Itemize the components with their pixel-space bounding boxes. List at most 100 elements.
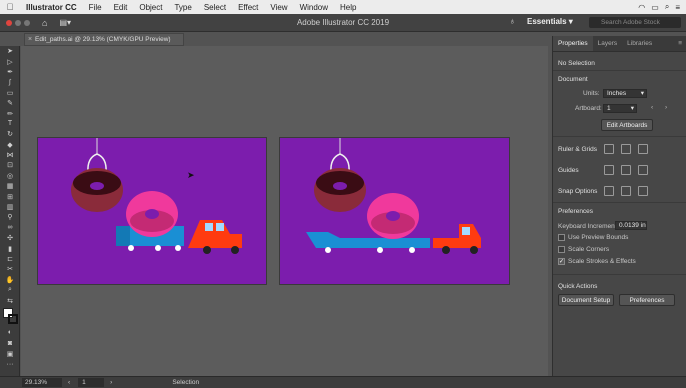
column-graph-tool-icon[interactable]: ▮ [0, 243, 20, 253]
menu-edit[interactable]: Edit [108, 3, 134, 12]
document-setup-button[interactable]: Document Setup [558, 294, 614, 306]
artboard-navigation-field[interactable]: 1 [78, 378, 105, 387]
artboard-2[interactable] [279, 137, 510, 285]
free-transform-tool-icon[interactable]: ⊡ [0, 160, 20, 170]
scale-corners-checkbox[interactable] [558, 246, 565, 253]
menu-type[interactable]: Type [168, 3, 197, 12]
tab-layers[interactable]: Layers [593, 36, 623, 51]
units-dropdown[interactable]: Inches ▾ [603, 89, 647, 98]
eraser-tool-icon[interactable]: ◆ [0, 140, 20, 150]
apple-icon[interactable]:  [0, 2, 20, 12]
guides-label: Guides [558, 167, 579, 174]
drawing-mode-icon[interactable]: ◙ [0, 338, 20, 348]
zoom-value: 29.13% [25, 379, 48, 386]
grid-icon[interactable] [621, 144, 631, 154]
page-value: 1 [82, 379, 86, 386]
swap-colors-icon[interactable]: ⇆ [0, 295, 20, 305]
next-artboard-icon[interactable]: › [665, 104, 667, 111]
units-label: Units: [583, 90, 600, 97]
minimize-window-icon[interactable] [15, 19, 21, 26]
stock-search-placeholder: Search Adobe Stock [601, 19, 660, 26]
canvas-area[interactable]: ➤ [21, 46, 548, 376]
symbol-sprayer-tool-icon[interactable]: ✣ [0, 233, 20, 243]
artboard-1[interactable] [37, 137, 267, 285]
mesh-tool-icon[interactable]: ⊞ [0, 191, 20, 201]
rectangle-tool-icon[interactable]: ▭ [0, 88, 20, 98]
preferences-button[interactable]: Preferences [619, 294, 675, 306]
menu-app-name[interactable]: Illustrator CC [20, 3, 83, 12]
perspective-grid-tool-icon[interactable]: ▦ [0, 181, 20, 191]
type-tool-icon[interactable]: T [0, 119, 20, 129]
pen-tool-icon[interactable]: ✒ [0, 67, 20, 77]
menu-help[interactable]: Help [334, 3, 362, 12]
menu-list-icon[interactable]: ≡ [675, 3, 680, 12]
artboard-dropdown[interactable]: 1 ▾ [603, 104, 637, 113]
menu-select[interactable]: Select [198, 3, 232, 12]
keyboard-increment-field[interactable]: 0.0139 in [615, 221, 647, 230]
quick-actions-heading: Quick Actions [558, 283, 598, 290]
show-guides-icon[interactable] [604, 165, 614, 175]
menu-window[interactable]: Window [294, 3, 334, 12]
stroke-swatch[interactable] [8, 313, 18, 324]
transparency-grid-icon[interactable] [638, 144, 648, 154]
snap-to-point-icon[interactable] [604, 186, 614, 196]
more-tools-icon[interactable]: ··· [0, 359, 20, 369]
document-tab[interactable]: × Edit_paths.ai @ 29.13% (CMYK/GPU Previ… [24, 33, 184, 46]
use-preview-bounds-checkbox[interactable] [558, 234, 565, 241]
shape-builder-tool-icon[interactable]: ◎ [0, 171, 20, 181]
zoom-level-field[interactable]: 29.13% [22, 378, 62, 387]
menu-view[interactable]: View [264, 3, 293, 12]
lock-guides-icon[interactable] [621, 165, 631, 175]
hand-tool-icon[interactable]: ✋ [0, 275, 20, 285]
window-controls [0, 19, 40, 26]
ruler-icon[interactable] [604, 144, 614, 154]
lightbulb-icon[interactable]: ♁ [509, 16, 516, 26]
snap-to-pixel-icon[interactable] [638, 186, 648, 196]
width-tool-icon[interactable]: ⋈ [0, 150, 20, 160]
tab-properties[interactable]: Properties [553, 36, 593, 51]
paintbrush-tool-icon[interactable]: ✎ [0, 98, 20, 108]
chevron-down-icon: ▾ [630, 105, 634, 112]
workspace-switcher[interactable]: Essentials ▾ [527, 17, 573, 26]
curvature-tool-icon[interactable]: ∫ [0, 77, 20, 87]
direct-selection-tool-icon[interactable]: ▷ [0, 56, 20, 66]
menu-effect[interactable]: Effect [232, 3, 264, 12]
pencil-tool-icon[interactable]: ✏ [0, 108, 20, 118]
smart-guides-icon[interactable] [638, 165, 648, 175]
zoom-tool-icon[interactable]: ⌕ [0, 285, 20, 295]
close-tab-icon[interactable]: × [28, 34, 32, 46]
screen-mode-icon[interactable]: ▣ [0, 349, 20, 359]
zoom-window-icon[interactable] [24, 19, 30, 26]
eyedropper-tool-icon[interactable]: ⚲ [0, 212, 20, 222]
snap-to-grid-icon[interactable] [621, 186, 631, 196]
previous-page-icon[interactable]: ‹ [68, 379, 70, 386]
arrange-documents-icon[interactable]: ▤▾ [59, 18, 71, 27]
artboard-tool-icon[interactable]: ⊏ [0, 254, 20, 264]
close-window-icon[interactable] [6, 19, 12, 26]
gradient-tool-icon[interactable]: ▥ [0, 202, 20, 212]
battery-icon[interactable]: ▭ [651, 3, 659, 12]
menu-object[interactable]: Object [133, 3, 168, 12]
stock-search-input[interactable]: Search Adobe Stock [589, 17, 681, 28]
next-page-icon[interactable]: › [110, 379, 112, 386]
search-spotlight-icon[interactable]: ⌕ [665, 2, 669, 12]
workspace-label: Essentials [527, 17, 567, 26]
mac-menubar:  Illustrator CC File Edit Object Type S… [0, 0, 686, 14]
edit-artboards-button[interactable]: Edit Artboards [601, 119, 653, 131]
color-mode-icon[interactable]: ◐ [0, 328, 20, 338]
home-icon[interactable]: ⌂ [42, 18, 47, 28]
slice-tool-icon[interactable]: ✂ [0, 264, 20, 274]
wifi-icon[interactable]: ◠ [638, 3, 645, 12]
blend-tool-icon[interactable]: ∞ [0, 223, 20, 233]
selection-tool-icon[interactable]: ➤ [0, 46, 20, 56]
fill-stroke-swatch[interactable] [0, 306, 19, 328]
panel-menu-icon[interactable]: ≡ [678, 36, 686, 51]
tab-libraries[interactable]: Libraries [622, 36, 657, 51]
divider [553, 70, 686, 71]
panel-tabs: Properties Layers Libraries ≡ [553, 36, 686, 52]
document-heading: Document [558, 76, 588, 83]
previous-artboard-icon[interactable]: ‹ [651, 104, 653, 111]
scale-strokes-checkbox[interactable]: ✓ [558, 258, 565, 265]
menu-file[interactable]: File [83, 3, 108, 12]
rotate-tool-icon[interactable]: ↻ [0, 129, 20, 139]
